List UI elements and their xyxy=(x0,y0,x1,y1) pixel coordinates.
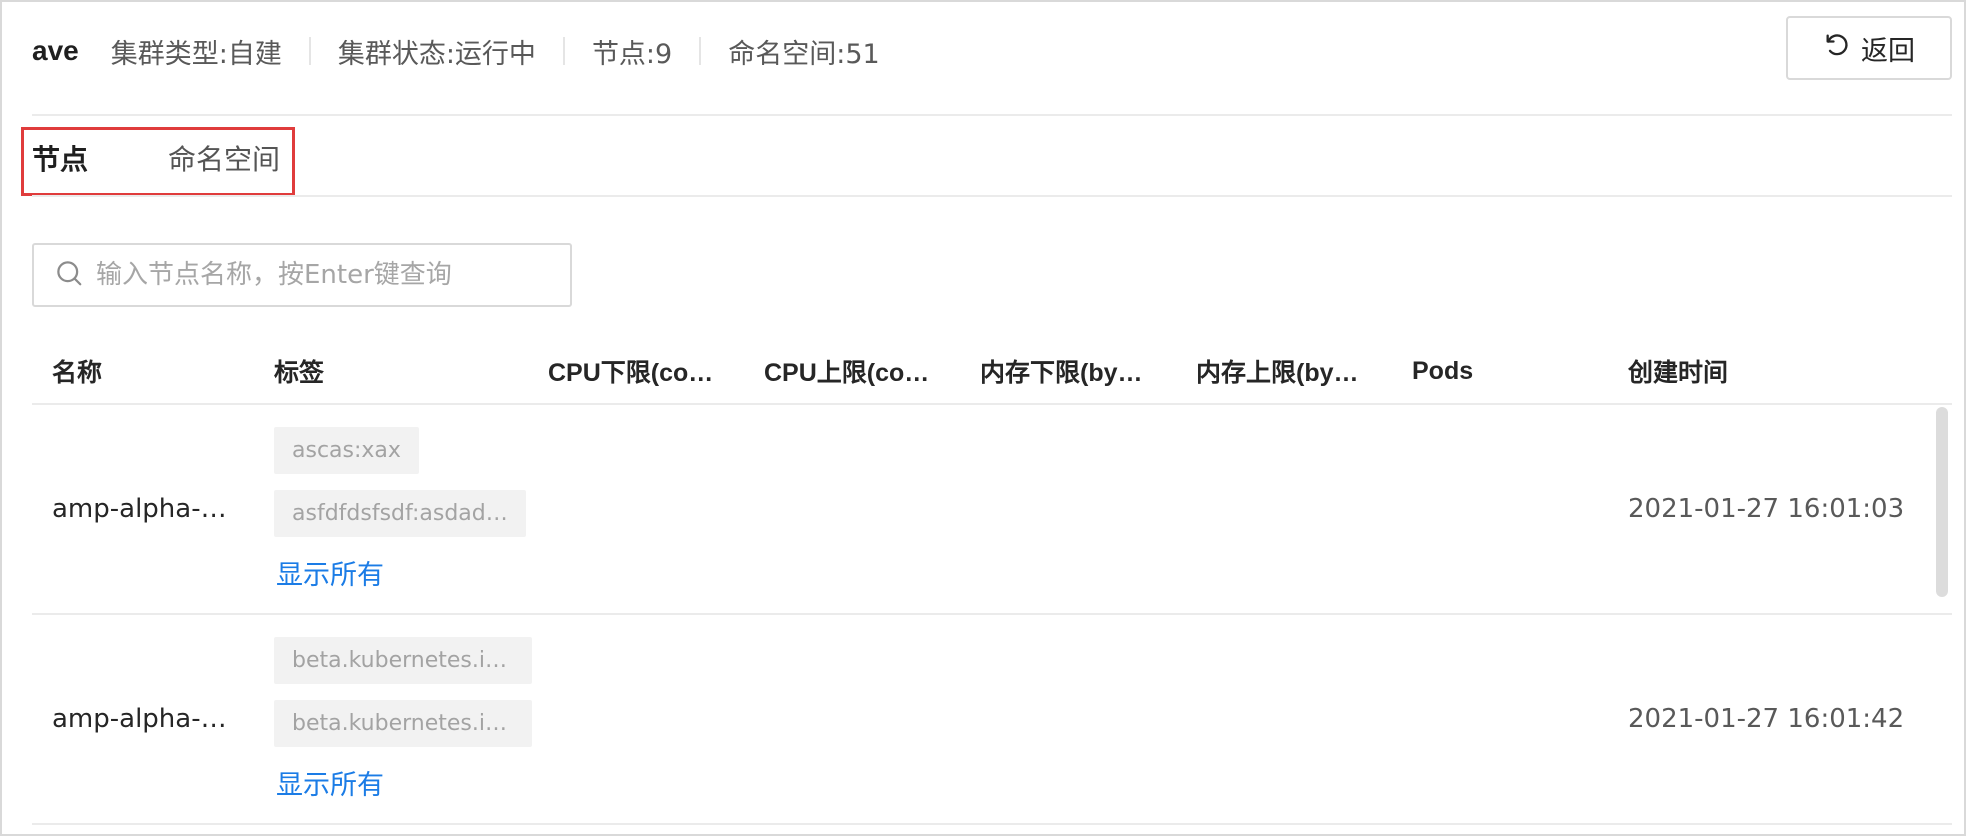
column-header-mem-upper[interactable]: 内存上限(by… xyxy=(1176,353,1392,389)
cluster-type: 集群类型:自建 xyxy=(110,38,282,70)
node-tags: ascas:xax asfdfdsfsdf:asdad… 显示所有 xyxy=(254,426,528,592)
show-all-tags-link[interactable]: 显示所有 xyxy=(276,763,384,802)
column-header-cpu-lower[interactable]: CPU下限(co… xyxy=(528,353,744,389)
table-row: amp-alpha-… beta.kubernetes.io… beta.kub… xyxy=(32,615,1952,825)
column-header-created[interactable]: 创建时间 xyxy=(1608,353,1952,389)
column-header-cpu-upper[interactable]: CPU上限(co… xyxy=(744,353,960,389)
node-count: 节点:9 xyxy=(591,38,673,70)
tab-bar: 节点 命名空间 xyxy=(32,138,360,198)
tab-namespaces[interactable]: 命名空间 xyxy=(168,138,280,196)
column-header-name[interactable]: 名称 xyxy=(32,353,254,389)
table-row: amp-alpha-… ascas:xax asfdfdsfsdf:asdad…… xyxy=(32,405,1952,615)
tabs-divider xyxy=(32,195,1952,197)
node-name: amp-alpha-… xyxy=(52,494,227,524)
tag-chip: asfdfdsfsdf:asdad… xyxy=(274,489,526,537)
meta-divider xyxy=(699,37,702,65)
back-button[interactable]: 返回 xyxy=(1786,16,1952,80)
table-header: 名称 标签 CPU下限(co… CPU上限(co… 内存下限(by… 内存上限(… xyxy=(32,339,1952,405)
created-time: 2021-01-27 16:01:42 xyxy=(1628,704,1905,734)
namespace-count: 命名空间:51 xyxy=(728,38,880,70)
cluster-header: ave 集群类型:自建 集群状态:运行中 节点:9 命名空间:51 xyxy=(32,26,880,76)
tag-chip: beta.kubernetes.io… xyxy=(274,699,532,747)
search-icon xyxy=(54,258,96,292)
cluster-name: ave xyxy=(32,35,79,66)
search-input[interactable] xyxy=(96,260,556,290)
tab-nodes[interactable]: 节点 xyxy=(32,138,89,196)
table-scrollbar[interactable] xyxy=(1936,407,1948,597)
undo-arrow-icon xyxy=(1823,31,1851,66)
cluster-status: 集群状态:运行中 xyxy=(337,38,536,70)
meta-divider xyxy=(562,37,565,65)
created-time: 2021-01-27 16:01:03 xyxy=(1628,494,1905,524)
header-divider xyxy=(32,114,1952,116)
column-header-tags[interactable]: 标签 xyxy=(254,353,528,389)
back-button-label: 返回 xyxy=(1861,35,1915,67)
column-header-mem-lower[interactable]: 内存下限(by… xyxy=(960,353,1176,389)
show-all-tags-link[interactable]: 显示所有 xyxy=(276,553,384,592)
node-search[interactable] xyxy=(32,243,572,307)
column-header-pods[interactable]: Pods xyxy=(1392,357,1608,386)
tag-chip: beta.kubernetes.io… xyxy=(274,636,532,684)
node-name: amp-alpha-… xyxy=(52,704,227,734)
cluster-detail-panel: ave 集群类型:自建 集群状态:运行中 节点:9 命名空间:51 返回 节点 … xyxy=(0,0,1966,836)
meta-divider xyxy=(308,37,311,65)
tag-chip: ascas:xax xyxy=(274,426,419,474)
node-tags: beta.kubernetes.io… beta.kubernetes.io… … xyxy=(254,636,532,802)
nodes-table: 名称 标签 CPU下限(co… CPU上限(co… 内存下限(by… 内存上限(… xyxy=(32,339,1952,825)
